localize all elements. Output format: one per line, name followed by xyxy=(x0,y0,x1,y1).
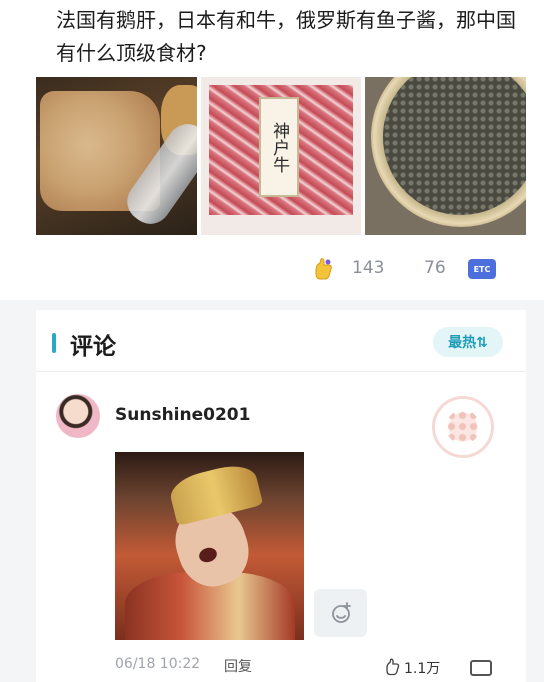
etc-card-icon[interactable]: ETC xyxy=(468,259,496,279)
post-images: 神户牛 xyxy=(36,77,527,235)
like-hand-icon[interactable] xyxy=(311,257,335,281)
kobe-beef-label-text: 神户牛 xyxy=(269,121,290,173)
comments-title: 评论 xyxy=(70,334,116,360)
comment-username[interactable]: Sunshine0201 xyxy=(115,405,250,425)
comment-timestamp: 06/18 10:22 xyxy=(115,656,201,672)
like-count: 143 xyxy=(352,258,385,278)
hat-shape xyxy=(166,460,264,526)
post-card: 法国有鹅肝，日本有和牛，俄罗斯有鱼子酱，那中国有什么顶级食材? 神户牛 143 … xyxy=(0,0,544,300)
post-text: 法国有鹅肝，日本有和牛，俄罗斯有鱼子酱，那中国有什么顶级食材? xyxy=(56,8,516,65)
reply-button[interactable]: 回复 xyxy=(224,656,252,676)
comment-image[interactable] xyxy=(115,452,304,640)
etc-label: ETC xyxy=(473,264,491,274)
sort-hot-button[interactable]: 最热⇅ xyxy=(433,327,503,357)
comment-count: 76 xyxy=(424,258,446,278)
section-accent-bar xyxy=(52,333,56,353)
caviar-image[interactable] xyxy=(365,77,527,235)
comment-like-icon[interactable] xyxy=(384,658,402,676)
comment-like-count: 1.1万 xyxy=(404,661,441,677)
emoji-react-button[interactable] xyxy=(314,589,367,637)
avatar[interactable] xyxy=(56,394,100,438)
more-options-icon[interactable] xyxy=(470,660,492,676)
section-divider xyxy=(36,371,526,372)
emoji-add-icon xyxy=(331,602,351,623)
foie-gras-image[interactable] xyxy=(36,77,197,235)
badge-pattern xyxy=(446,410,480,444)
wagyu-image[interactable]: 神户牛 xyxy=(200,77,362,235)
kobe-beef-label: 神户牛 xyxy=(258,97,299,197)
